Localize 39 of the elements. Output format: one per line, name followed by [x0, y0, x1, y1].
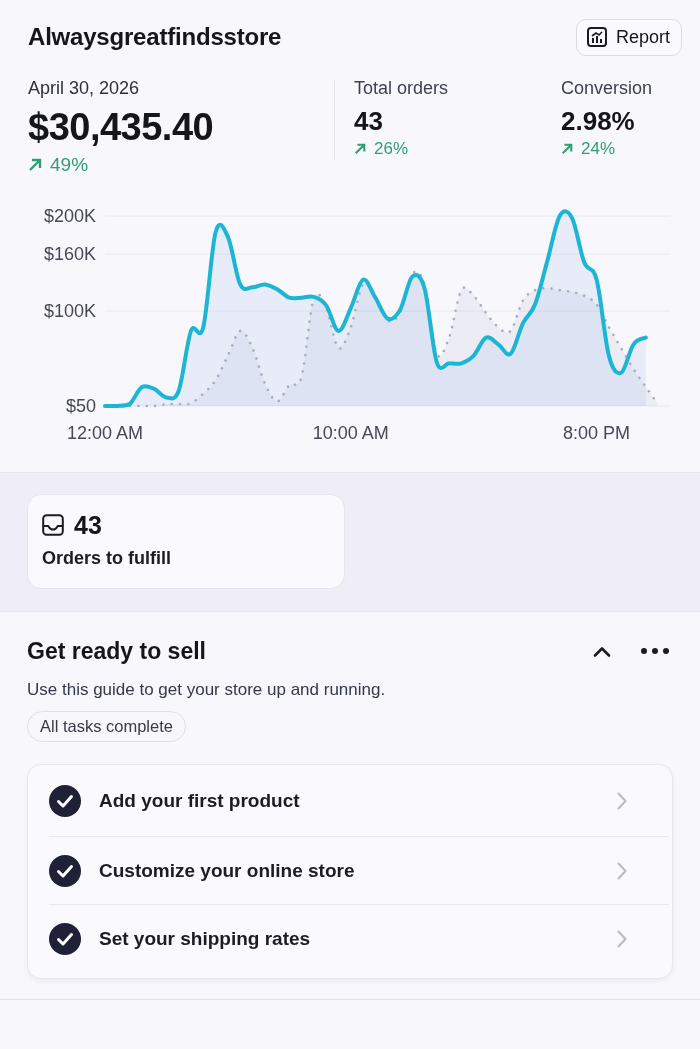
report-date: April 30, 2026 [28, 77, 141, 99]
report-button[interactable]: Report [575, 18, 682, 56]
y-axis-label: $50 [65, 395, 96, 416]
trend-up-arrow-icon [28, 158, 42, 172]
guide-title: Get ready to sell [27, 637, 206, 666]
x-axis-label: 8:00 PM [563, 423, 631, 443]
chevron-right-icon [617, 791, 627, 810]
trend-up-arrow-icon [561, 143, 573, 155]
metric-value: 43 [354, 105, 384, 137]
task-label: Set your shipping rates [99, 927, 312, 950]
y-axis-label: $200K [43, 206, 96, 226]
y-axis-label: $160K [43, 244, 96, 264]
total-sales-value: $30,435.40 [28, 105, 215, 150]
chevron-right-icon [617, 861, 627, 880]
bar-chart-icon [586, 27, 607, 47]
metric-change: 24% [581, 138, 616, 160]
more-icon [641, 648, 669, 654]
chevron-right-icon [617, 929, 627, 948]
orders-label: Orders to fulfill [42, 548, 172, 569]
guide-description: Use this guide to get your store up and running. [27, 679, 387, 701]
status-pill: All tasks complete [27, 711, 186, 742]
task-label: Customize your online store [99, 859, 356, 882]
trend-up-arrow-icon [354, 143, 366, 155]
task-row[interactable]: Customize your online store [49, 836, 669, 904]
inbox-icon [42, 514, 64, 536]
orders-count: 43 [74, 510, 102, 540]
metric-label: Total orders [354, 77, 450, 99]
orders-to-fulfill-card[interactable]: 43 Orders to fulfill [27, 494, 345, 589]
x-axis-label: 12:00 AM [66, 423, 144, 443]
metric-label: Conversion [561, 77, 653, 99]
metric-change: 26% [374, 138, 409, 160]
y-axis-label: $100K [43, 301, 96, 321]
task-row[interactable]: Add your first product [49, 765, 669, 836]
sales-change: 49% [50, 154, 89, 176]
task-label: Add your first product [99, 789, 301, 812]
store-name: Alwaysgreatfindsstore [28, 23, 282, 51]
x-axis-label: 10:00 AM [312, 423, 389, 443]
metric-value: 2.98% [561, 105, 636, 137]
task-row[interactable]: Set your shipping rates [49, 904, 669, 972]
